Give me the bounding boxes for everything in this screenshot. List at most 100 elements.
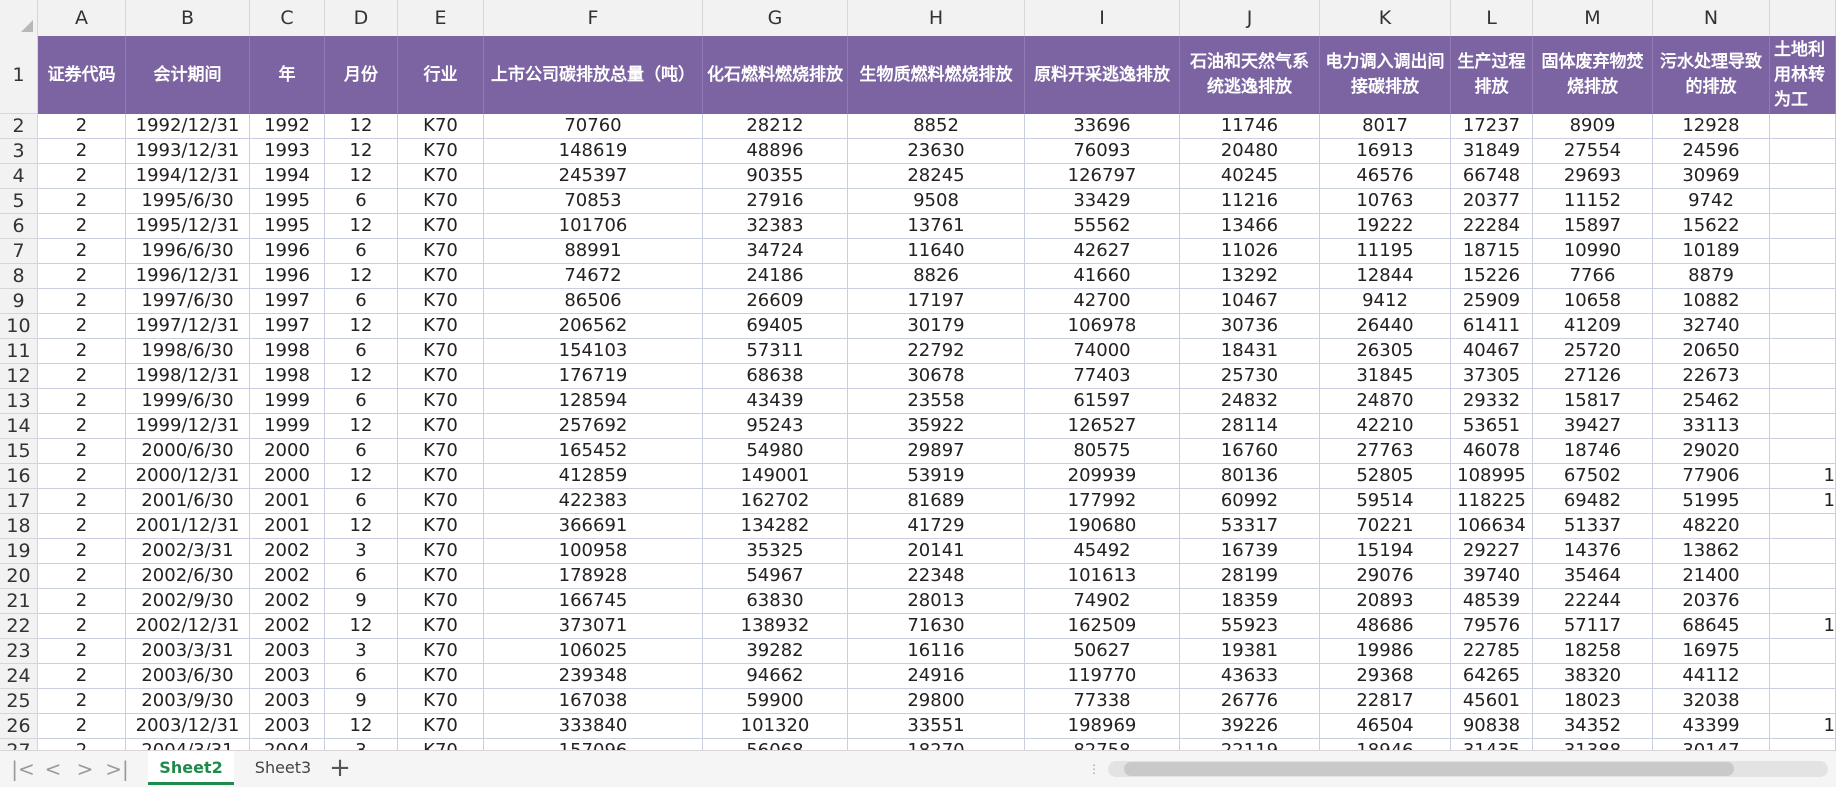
select-all-corner[interactable]	[0, 0, 38, 36]
column-header-i[interactable]: I	[1025, 0, 1180, 36]
table-cell[interactable]: 2004	[250, 739, 325, 750]
table-cell[interactable]: 25462	[1653, 389, 1770, 414]
table-cell[interactable]: 10658	[1533, 289, 1653, 314]
table-cell[interactable]: 64265	[1451, 664, 1533, 689]
table-cell[interactable]: 18270	[848, 739, 1025, 750]
table-cell[interactable]: 69405	[703, 314, 848, 339]
table-cell[interactable]: 33696	[1025, 114, 1180, 139]
table-cell[interactable]: 70853	[484, 189, 703, 214]
table-cell[interactable]: 24596	[1653, 139, 1770, 164]
table-cell[interactable]: 2	[38, 714, 126, 739]
table-cell[interactable]: 31849	[1451, 139, 1533, 164]
table-cell[interactable]: 25720	[1533, 339, 1653, 364]
table-cell[interactable]: 14376	[1533, 539, 1653, 564]
table-cell[interactable]: 54967	[703, 564, 848, 589]
table-cell[interactable]: 23630	[848, 139, 1025, 164]
column-header-b[interactable]: B	[126, 0, 250, 36]
table-cell[interactable]: 39740	[1451, 564, 1533, 589]
table-cell[interactable]: 134282	[703, 514, 848, 539]
row-header[interactable]: 20	[0, 564, 38, 589]
table-cell[interactable]: 1993/12/31	[126, 139, 250, 164]
table-cell[interactable]: 2003	[250, 639, 325, 664]
header-cell-8[interactable]: 生物质燃料燃烧排放	[848, 36, 1025, 114]
last-sheet-button[interactable]: >|	[104, 757, 130, 781]
table-cell[interactable]: 157096	[484, 739, 703, 750]
table-cell[interactable]: 39282	[703, 639, 848, 664]
table-cell[interactable]	[1770, 414, 1836, 439]
table-cell[interactable]: 126527	[1025, 414, 1180, 439]
table-cell[interactable]: 6	[325, 564, 398, 589]
table-cell[interactable]: 68638	[703, 364, 848, 389]
header-cell-3[interactable]: 年	[250, 36, 325, 114]
table-cell[interactable]: 1993	[250, 139, 325, 164]
table-cell[interactable]: 2	[38, 664, 126, 689]
table-cell[interactable]: 30179	[848, 314, 1025, 339]
table-cell[interactable]: 31388	[1533, 739, 1653, 750]
table-cell[interactable]: 6	[325, 664, 398, 689]
table-cell[interactable]: 1992	[250, 114, 325, 139]
table-cell[interactable]: 17237	[1451, 114, 1533, 139]
row-header[interactable]: 8	[0, 264, 38, 289]
table-cell[interactable]: 15817	[1533, 389, 1653, 414]
table-cell[interactable]: 40467	[1451, 339, 1533, 364]
table-cell[interactable]: 29897	[848, 439, 1025, 464]
table-cell[interactable]: 2002/3/31	[126, 539, 250, 564]
column-header-e[interactable]: E	[398, 0, 484, 36]
table-cell[interactable]: 46504	[1320, 714, 1451, 739]
table-cell[interactable]: 12	[325, 464, 398, 489]
table-cell[interactable]: 177992	[1025, 489, 1180, 514]
table-cell[interactable]: 178928	[484, 564, 703, 589]
table-cell[interactable]: K70	[398, 439, 484, 464]
table-cell[interactable]: 190680	[1025, 514, 1180, 539]
column-header-n[interactable]: N	[1653, 0, 1770, 36]
table-cell[interactable]: 57117	[1533, 614, 1653, 639]
table-cell[interactable]: 20893	[1320, 589, 1451, 614]
table-cell[interactable]: 2000/6/30	[126, 439, 250, 464]
row-header[interactable]: 12	[0, 364, 38, 389]
table-cell[interactable]: 2	[38, 739, 126, 750]
table-cell[interactable]	[1770, 114, 1836, 139]
table-cell[interactable]: 7766	[1533, 264, 1653, 289]
column-header-c[interactable]: C	[250, 0, 325, 36]
table-cell[interactable]: 6	[325, 389, 398, 414]
table-cell[interactable]: 67502	[1533, 464, 1653, 489]
header-cell-12[interactable]: 生产过程排放	[1451, 36, 1533, 114]
table-cell[interactable]: 21400	[1653, 564, 1770, 589]
table-cell[interactable]: 149001	[703, 464, 848, 489]
table-cell[interactable]: K70	[398, 514, 484, 539]
table-cell[interactable]: 2003/12/31	[126, 714, 250, 739]
table-cell[interactable]: 61597	[1025, 389, 1180, 414]
table-cell[interactable]: 2000	[250, 464, 325, 489]
table-cell[interactable]: 2004/3/31	[126, 739, 250, 750]
table-cell[interactable]: 6	[325, 439, 398, 464]
table-cell[interactable]: 42210	[1320, 414, 1451, 439]
table-cell[interactable]: 15622	[1653, 214, 1770, 239]
row-header[interactable]: 22	[0, 614, 38, 639]
row-header[interactable]: 5	[0, 189, 38, 214]
table-cell[interactable]: 9412	[1320, 289, 1451, 314]
table-cell[interactable]: 209939	[1025, 464, 1180, 489]
table-cell[interactable]: 1995/6/30	[126, 189, 250, 214]
table-cell[interactable]: 8879	[1653, 264, 1770, 289]
table-cell[interactable]: 166745	[484, 589, 703, 614]
table-cell[interactable]: 1999	[250, 414, 325, 439]
table-cell[interactable]: 2001	[250, 489, 325, 514]
table-cell[interactable]: 30147	[1653, 739, 1770, 750]
table-cell[interactable]: 28114	[1180, 414, 1320, 439]
table-cell[interactable]: 2	[38, 564, 126, 589]
table-cell[interactable]: 3	[325, 639, 398, 664]
table-cell[interactable]: 2	[38, 389, 126, 414]
table-cell[interactable]: 20650	[1653, 339, 1770, 364]
table-cell[interactable]: 2002	[250, 539, 325, 564]
table-cell[interactable]: K70	[398, 539, 484, 564]
table-cell[interactable]: 18023	[1533, 689, 1653, 714]
column-header-g[interactable]: G	[703, 0, 848, 36]
table-cell[interactable]: 35464	[1533, 564, 1653, 589]
table-cell[interactable]: 1998/12/31	[126, 364, 250, 389]
table-cell[interactable]: 101613	[1025, 564, 1180, 589]
table-cell[interactable]: 15226	[1451, 264, 1533, 289]
table-cell[interactable]: 32383	[703, 214, 848, 239]
table-cell[interactable]: 10763	[1320, 189, 1451, 214]
table-cell[interactable]: 77338	[1025, 689, 1180, 714]
table-cell[interactable]: 373071	[484, 614, 703, 639]
